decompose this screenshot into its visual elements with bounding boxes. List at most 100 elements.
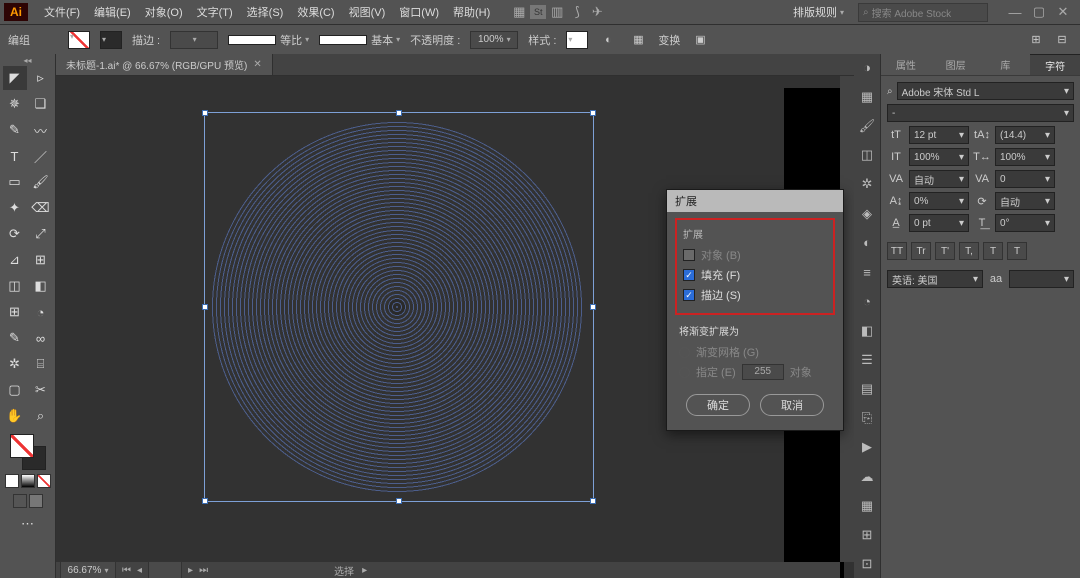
recolor-icon[interactable]: ◐: [598, 30, 618, 50]
color-mode-none[interactable]: [37, 474, 51, 488]
menu-object[interactable]: 对象(O): [139, 1, 189, 23]
color-mode-gradient[interactable]: [21, 474, 35, 488]
handle-tl[interactable]: [202, 110, 208, 116]
tab-properties[interactable]: 属性: [881, 54, 931, 75]
handle-tc[interactable]: [396, 110, 402, 116]
tool-slice[interactable]: ✂: [29, 378, 53, 402]
tool-rectangle[interactable]: ▭: [3, 170, 27, 194]
align-icon[interactable]: ▦: [628, 30, 648, 50]
tools-collapse[interactable]: ◂◂: [2, 56, 53, 66]
tool-symbol-sprayer[interactable]: ✲: [3, 352, 27, 376]
language-field[interactable]: 英语: 美国▾: [887, 270, 983, 288]
dock-styles-icon[interactable]: ◫: [857, 146, 877, 165]
menu-effect[interactable]: 效果(C): [291, 1, 340, 23]
menu-edit[interactable]: 编辑(E): [88, 1, 137, 23]
aa-b-field[interactable]: 0°▾: [995, 214, 1055, 232]
font-search-icon[interactable]: ⌕: [887, 86, 893, 97]
checkbox-fill-row[interactable]: ✓ 填充 (F): [683, 267, 827, 283]
tool-artboard[interactable]: ▢: [3, 378, 27, 402]
zoom-field[interactable]: 66.67%: [60, 561, 116, 578]
tool-scale[interactable]: ⤢: [29, 222, 53, 246]
bridge-icon[interactable]: ▦: [510, 3, 528, 21]
close-icon[interactable]: ✕: [253, 59, 261, 70]
dock-actions-icon[interactable]: ▶: [857, 438, 877, 457]
tool-type[interactable]: T: [3, 144, 27, 168]
window-minimize[interactable]: —: [1008, 5, 1022, 19]
share-icon[interactable]: ✈: [588, 3, 606, 21]
gpu-icon[interactable]: ⟆: [568, 3, 586, 21]
handle-bc[interactable]: [396, 498, 402, 504]
nav-prev-first-icon[interactable]: ⏮: [122, 565, 131, 576]
tool-column-graph[interactable]: ⌸: [29, 352, 53, 376]
tab-character[interactable]: 字符: [1030, 54, 1080, 75]
tab-layers[interactable]: 图层: [931, 54, 981, 75]
nav-next-last-icon[interactable]: ⏭: [199, 565, 208, 576]
aa-a-field[interactable]: 0 pt▾: [909, 214, 969, 232]
dock-color-guide-icon[interactable]: ◐: [857, 233, 877, 252]
menu-file[interactable]: 文件(F): [38, 1, 86, 23]
style-swatch[interactable]: [566, 31, 588, 49]
tool-gradient[interactable]: ◔: [29, 300, 53, 324]
dock-libraries-icon[interactable]: ☁: [857, 467, 877, 486]
type-style-btn-3[interactable]: T,: [959, 242, 979, 260]
dock-brushes-icon[interactable]: 🖌: [857, 116, 877, 135]
checkbox-stroke-row[interactable]: ✓ 描边 (S): [683, 287, 827, 303]
checkbox-stroke[interactable]: ✓: [683, 289, 695, 301]
char-rotate-field[interactable]: 自动▾: [995, 192, 1055, 210]
selection-bounding-box[interactable]: [204, 112, 594, 502]
tool-shape-builder[interactable]: ◫: [3, 274, 27, 298]
dock-align-icon[interactable]: ▦: [857, 496, 877, 515]
tool-hand[interactable]: ✋: [3, 404, 27, 428]
fill-swatch[interactable]: [68, 31, 90, 49]
type-style-btn-2[interactable]: T': [935, 242, 955, 260]
tool-line[interactable]: ／: [29, 144, 53, 168]
menu-select[interactable]: 选择(S): [241, 1, 290, 23]
menu-help[interactable]: 帮助(H): [447, 1, 496, 23]
menu-type[interactable]: 文字(T): [191, 1, 239, 23]
dock-transparency-icon[interactable]: ◧: [857, 321, 877, 340]
screen-mode-normal[interactable]: [13, 494, 27, 508]
tool-paintbrush[interactable]: 🖌: [29, 170, 53, 194]
tool-pen[interactable]: ✎: [3, 118, 27, 142]
leading-field[interactable]: (14.4)▾: [995, 126, 1055, 144]
dock-symbols-icon[interactable]: ✲: [857, 175, 877, 194]
edit-toolbar[interactable]: ⋯: [16, 512, 40, 536]
dock-transform-icon[interactable]: ⊡: [857, 555, 877, 574]
window-maximize[interactable]: ▢: [1032, 5, 1046, 19]
tool-lasso[interactable]: ❑: [29, 92, 53, 116]
nav-prev-icon[interactable]: ◂: [137, 565, 142, 576]
tool-zoom[interactable]: ⌕: [29, 404, 53, 428]
dock-swatches-icon[interactable]: ▦: [857, 87, 877, 106]
checkbox-fill[interactable]: ✓: [683, 269, 695, 281]
tracking-field[interactable]: 0▾: [995, 170, 1055, 188]
dock-gradient-icon[interactable]: ◔: [857, 292, 877, 311]
dialog-title[interactable]: 扩展: [667, 190, 843, 212]
tool-width[interactable]: ⊿: [3, 248, 27, 272]
dock-stroke-icon[interactable]: ≡: [857, 263, 877, 282]
menu-window[interactable]: 窗口(W): [393, 1, 445, 23]
tab-libraries[interactable]: 库: [981, 54, 1031, 75]
tool-eraser[interactable]: ⌫: [29, 196, 53, 220]
tool-eyedropper[interactable]: ✎: [3, 326, 27, 350]
brush-definition[interactable]: 基本: [371, 32, 400, 48]
tool-blend[interactable]: ∞: [29, 326, 53, 350]
dock-layers-icon[interactable]: ☰: [857, 350, 877, 369]
type-style-btn-1[interactable]: Tr: [911, 242, 931, 260]
opacity-field[interactable]: 100%: [470, 31, 518, 49]
fill-box[interactable]: [10, 434, 34, 458]
opt-extra-1[interactable]: ⊞: [1026, 30, 1046, 50]
type-style-btn-4[interactable]: T: [983, 242, 1003, 260]
stroke-swatch[interactable]: [100, 31, 122, 49]
tool-mesh[interactable]: ⊞: [3, 300, 27, 324]
tool-rotate[interactable]: ⟳: [3, 222, 27, 246]
antialias-field[interactable]: ▾: [1009, 270, 1074, 288]
document-tab[interactable]: 未标题-1.ai* @ 66.67% (RGB/GPU 预览) ✕: [56, 54, 273, 75]
vscale-field[interactable]: 100%▾: [909, 148, 969, 166]
status-menu-icon[interactable]: ▸: [362, 565, 367, 576]
stroke-profile[interactable]: 等比: [280, 32, 309, 48]
transform-label[interactable]: 变换: [658, 32, 680, 48]
font-style-field[interactable]: -▾: [887, 104, 1074, 122]
handle-tr[interactable]: [590, 110, 596, 116]
tool-selection[interactable]: ◤: [3, 66, 27, 90]
type-style-btn-5[interactable]: T: [1007, 242, 1027, 260]
